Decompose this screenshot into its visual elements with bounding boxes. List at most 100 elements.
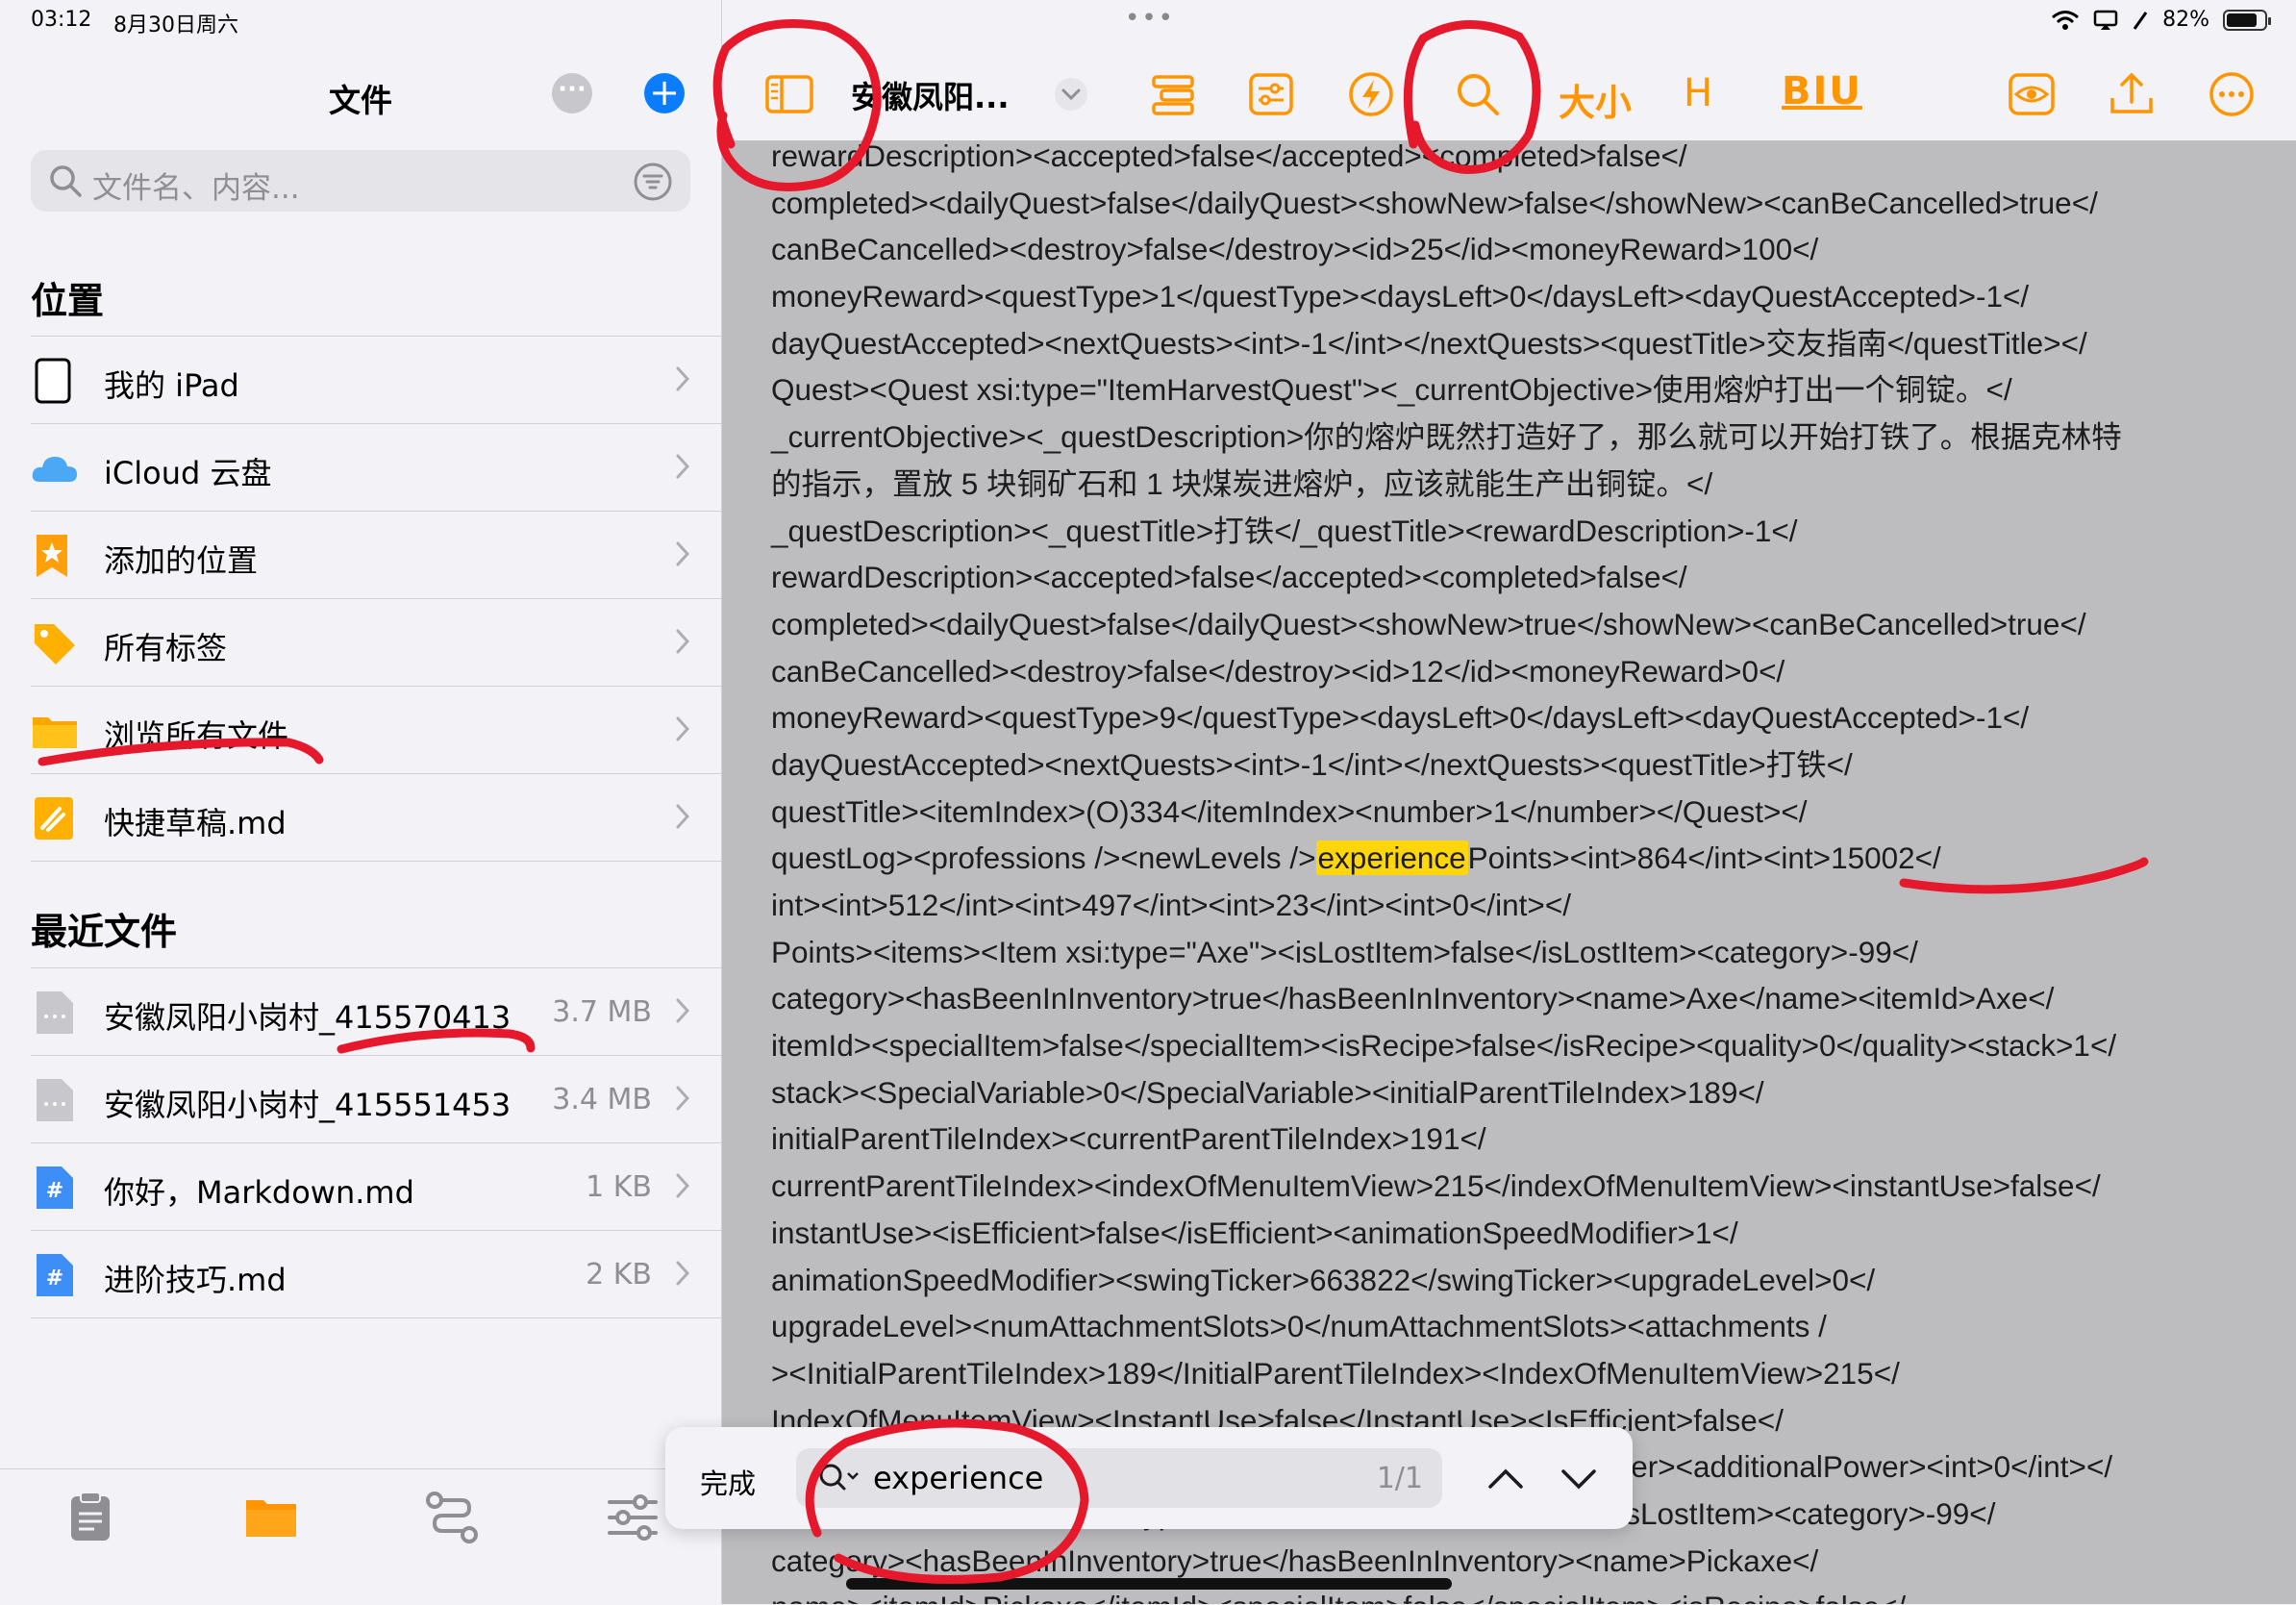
text-line: questTitle><itemIndex>(O)334</itemIndex>… [771,789,2271,836]
file-search-bar[interactable]: 文件名、内容... [31,150,690,212]
file-size: 1 KB [586,1170,652,1204]
multitasking-handle[interactable]: ••• [1125,4,1175,33]
text-segment: stack><SpecialVariable>0</SpecialVariabl… [771,1074,1764,1110]
text-segment: moneyReward><questType>9</questType><day… [771,700,2030,736]
preview-eye-icon[interactable] [2007,69,2057,119]
text-line: upgradeLevel><numAttachmentSlots>0</numA… [771,1303,2271,1350]
file-size: 3.4 MB [552,1083,652,1116]
text-segment: 的指示，置放 5 块铜矿石和 1 块煤炭进熔炉，应该就能生产出铜锭。</ [771,465,1713,501]
format-button[interactable]: BIU [1782,69,1862,119]
locations-list: 我的 iPad iCloud 云盘 添加的位置 所有标签 浏览所有文件 快捷草稿… [31,336,721,862]
status-bar: 03:12 8月30日周六 ••• 82% [0,0,2296,46]
location-item-my-ipad[interactable]: 我的 iPad [31,336,721,423]
battery-percent: 82% [2162,8,2209,32]
sidebar-toggle-icon[interactable] [764,69,814,119]
text-segment: Points><items><Item xsi:type="Axe"><isLo… [771,934,1918,969]
chevron-right-icon [676,716,690,741]
text-line: 的指示，置放 5 块铜矿石和 1 块煤炭进熔炉，应该就能生产出铜锭。</ [771,461,2271,508]
find-done-button[interactable]: 完成 [700,1462,756,1502]
search-options-icon[interactable] [815,1460,861,1498]
document-text[interactable]: rewardDescription><accepted>false</accep… [771,133,2271,1604]
text-line: rewardDescription><accepted>false</accep… [771,554,2271,601]
next-match-icon[interactable] [1560,1460,1598,1498]
heading-button[interactable]: H [1684,71,1712,121]
text-line: canBeCancelled><destroy>false</destroy><… [771,648,2271,695]
text-segment: Points><int>864</int><int>15002</ [1467,840,1941,876]
more-options-icon[interactable] [2207,69,2257,119]
text-line: category><hasBeenInInventory>true</hasBe… [771,1538,2271,1585]
chevron-right-icon [676,541,690,566]
location-item-added[interactable]: 添加的位置 [31,511,721,598]
share-export-icon[interactable] [2107,69,2157,119]
settings-sliders-icon[interactable] [604,1489,661,1546]
recent-files-list: 安徽凤阳小岗村_415570413 3.7 MB 安徽凤阳小岗村_4155514… [31,967,721,1318]
recent-file-item[interactable]: 安徽凤阳小岗村_415551453 3.4 MB [31,1055,721,1142]
sidebar-title: 文件 [329,82,392,119]
ipad-icon [35,358,71,404]
file-name: 安徽凤阳小岗村_415551453 [104,1087,512,1123]
text-line: moneyReward><questType>9</questType><day… [771,694,2271,741]
recent-file-item[interactable]: 安徽凤阳小岗村_415570413 3.7 MB [31,967,721,1055]
text-line: stack><SpecialVariable>0</SpecialVariabl… [771,1069,2271,1116]
workflow-icon[interactable] [423,1489,481,1546]
text-segment: _questDescription><_questTitle>打铁</_ques… [771,513,1798,548]
location-item-browse-all[interactable]: 浏览所有文件 [31,686,721,773]
text-segment: category><hasBeenInInventory>true</hasBe… [771,1542,1819,1578]
text-line: itemId><specialItem>false</specialItem><… [771,1022,2271,1069]
text-line: initialParentTileIndex><currentParentTil… [771,1116,2271,1163]
home-indicator[interactable] [846,1578,1452,1590]
chevron-right-icon [676,629,690,654]
text-size-button[interactable]: 大小 [1559,73,1632,124]
text-segment: upgradeLevel><numAttachmentSlots>0</numA… [771,1309,1827,1344]
lightning-icon[interactable] [1346,69,1396,119]
location-label: 快捷草稿.md [104,805,287,841]
search-icon[interactable] [1453,69,1503,119]
recent-file-item[interactable]: # 你好，Markdown.md 1 KB [31,1142,721,1230]
bookmark-icon [37,535,67,577]
recent-header: 最近文件 [31,911,178,953]
text-segment: int><int>512</int><int>497</int><int>23<… [771,888,1571,922]
add-button[interactable]: + [644,73,685,113]
previous-match-icon[interactable] [1486,1460,1525,1498]
location-label: 浏览所有文件 [104,717,289,754]
find-query: experience [873,1460,1044,1496]
text-line: completed><dailyQuest>false</dailyQuest>… [771,601,2271,648]
clipboard-icon[interactable] [62,1489,119,1546]
text-segment: canBeCancelled><destroy>false</destroy><… [771,653,1785,689]
text-line: instantUse><isEfficient>false</isEfficie… [771,1210,2271,1257]
filter-icon[interactable] [633,162,673,202]
outline-icon[interactable] [1148,69,1198,119]
find-match-count: 1/1 [1376,1462,1423,1495]
location-label: 我的 iPad [104,367,239,404]
location-item-tags[interactable]: 所有标签 [31,598,721,686]
pencil-status-icon [2133,11,2148,30]
document-title[interactable]: 安徽凤阳... [851,73,1009,117]
file-icon [37,1079,73,1121]
location-item-icloud[interactable]: iCloud 云盘 [31,423,721,511]
folder-tab-icon[interactable] [242,1489,300,1546]
draft-icon [35,797,73,840]
location-item-draft[interactable]: 快捷草稿.md [31,773,721,862]
chevron-right-icon [676,454,690,479]
text-line: animationSpeedModifier><swingTicker>6638… [771,1257,2271,1304]
file-name: 进阶技巧.md [104,1262,287,1298]
text-segment: animationSpeedModifier><swingTicker>6638… [771,1262,1876,1297]
text-line: dayQuestAccepted><nextQuests><int>-1</in… [771,741,2271,789]
search-highlight: experience [1315,840,1468,876]
text-segment: rewardDescription><accepted>false</accep… [771,560,1687,595]
text-line: Quest><Quest xsi:type="ItemHarvestQuest"… [771,366,2271,414]
text-segment: moneyReward><questType>1</questType><day… [771,279,2030,314]
find-bar: 完成 experience 1/1 [665,1427,1633,1529]
text-segment: currentParentTileIndex><indexOfMenuItemV… [771,1168,2101,1204]
chevron-right-icon [676,804,690,829]
properties-icon[interactable] [1246,69,1296,119]
find-input[interactable]: experience 1/1 [796,1448,1442,1508]
more-options-button[interactable]: ··· [552,73,592,113]
file-name: 你好，Markdown.md [104,1174,414,1211]
status-right: 82% [2051,8,2271,32]
title-menu-chevron-icon[interactable] [1049,69,1093,119]
text-segment: category><hasBeenInInventory>true</hasBe… [771,981,2055,1016]
recent-file-item[interactable]: # 进阶技巧.md 2 KB [31,1230,721,1318]
file-size: 3.7 MB [552,995,652,1029]
text-segment: completed><dailyQuest>false</dailyQuest>… [771,185,2098,220]
